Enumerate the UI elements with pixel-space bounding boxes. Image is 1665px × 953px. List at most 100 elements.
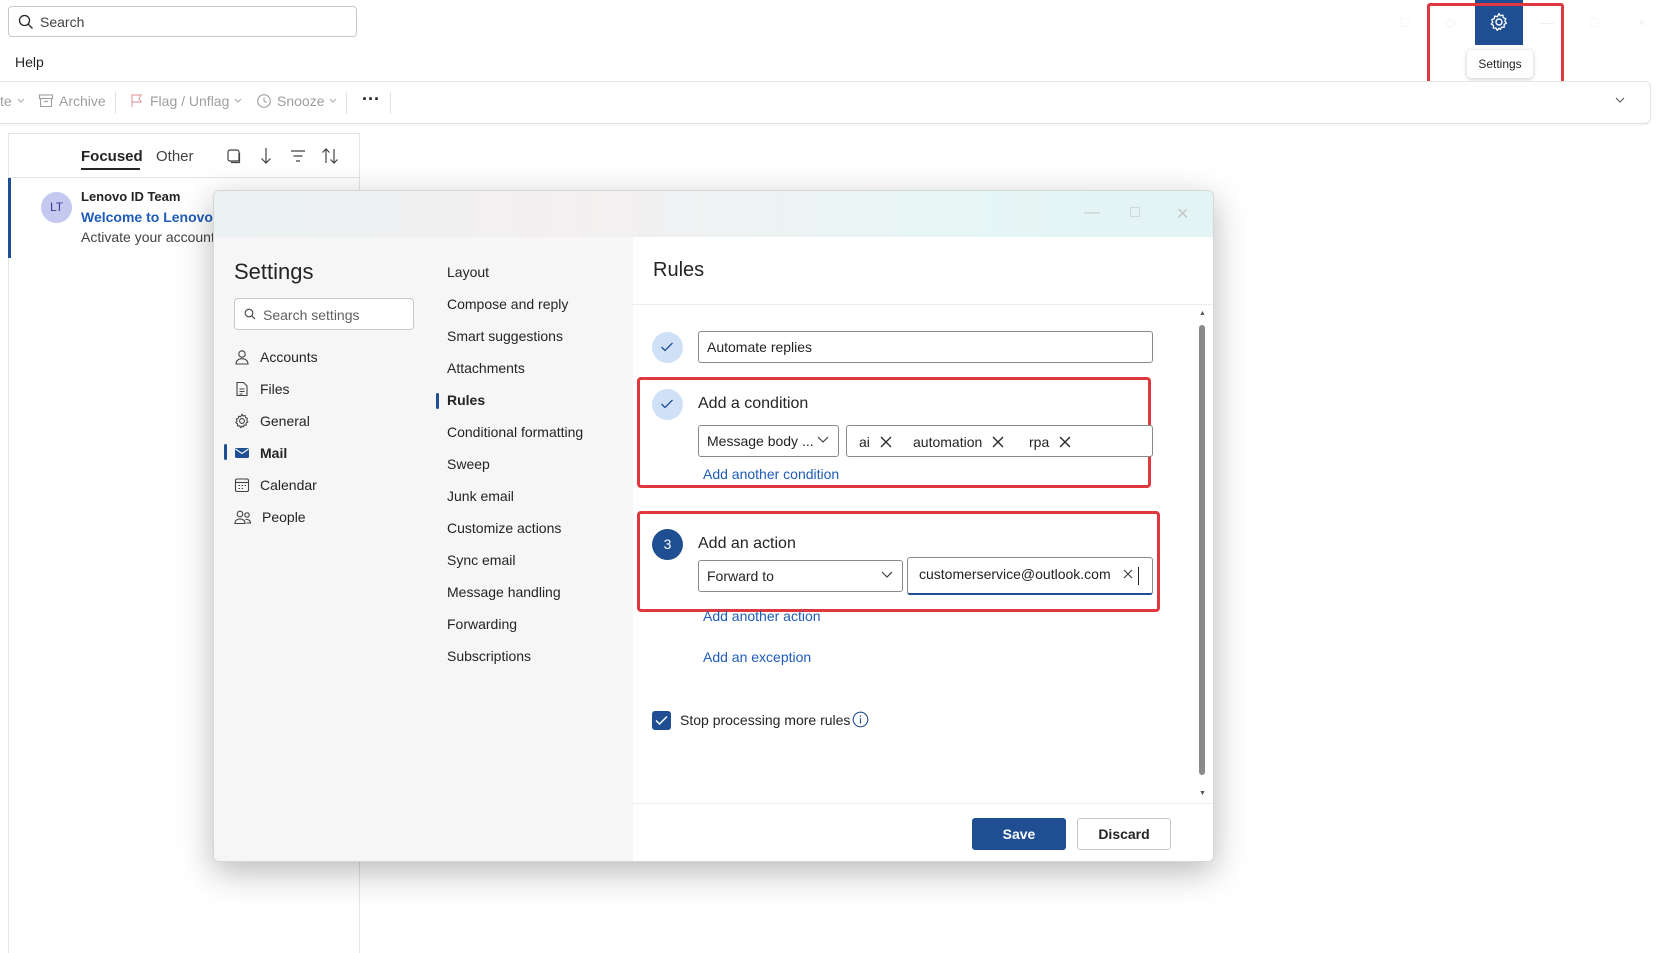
action-type-dropdown[interactable]: Forward to (698, 560, 903, 592)
checkmark-icon (661, 342, 673, 352)
faint-icon-5[interactable]: × (1638, 14, 1646, 30)
chevron-down-icon (234, 98, 242, 103)
person-icon (235, 350, 249, 365)
tab-other[interactable]: Other (156, 148, 194, 165)
sort-icon[interactable] (321, 147, 339, 165)
dialog-titlebar: — □ ✕ (214, 191, 1213, 237)
forward-recipient-input[interactable]: customerservice@outlook.com (907, 557, 1153, 595)
tab-focused[interactable]: Focused (81, 148, 143, 165)
scroll-up-arrow[interactable]: ▲ (1199, 310, 1206, 317)
info-icon[interactable] (852, 711, 869, 728)
ribbon-partial-item[interactable]: te (0, 93, 25, 109)
add-exception-link[interactable]: Add an exception (703, 649, 811, 665)
section-conditional-formatting[interactable]: Conditional formatting (447, 424, 583, 440)
checkmark-icon (655, 715, 668, 726)
section-sync-email[interactable]: Sync email (447, 552, 515, 568)
discard-button[interactable]: Discard (1077, 818, 1171, 850)
rules-title: Rules (653, 259, 705, 281)
more-options-button[interactable]: ··· (362, 89, 380, 110)
menu-help[interactable]: Help (15, 54, 44, 70)
section-customize-actions[interactable]: Customize actions (447, 520, 561, 536)
search-placeholder: Search (40, 14, 85, 30)
ribbon-separator (390, 92, 391, 114)
add-another-condition-link[interactable]: Add another condition (703, 466, 839, 482)
minimize-icon[interactable]: — (1084, 204, 1100, 222)
section-compose-and-reply[interactable]: Compose and reply (447, 296, 568, 312)
stop-processing-checkbox[interactable] (652, 711, 671, 730)
search-icon (18, 14, 34, 30)
settings-categories: Settings Search settings Accounts Files … (214, 237, 434, 861)
section-junk-email[interactable]: Junk email (447, 488, 514, 504)
ribbon: te Archive Flag / Unflag Snooze ··· (0, 81, 1651, 124)
section-layout[interactable]: Layout (447, 264, 489, 280)
archive-icon (38, 94, 54, 108)
filter-icon[interactable] (290, 149, 306, 163)
close-icon[interactable]: ✕ (1176, 204, 1189, 224)
selected-message-indicator (8, 178, 11, 258)
message-sender[interactable]: Lenovo ID Team (81, 189, 180, 204)
scroll-down-arrow[interactable]: ▼ (1199, 790, 1206, 797)
text-caret (1138, 567, 1139, 585)
rule-name-input[interactable]: Automate replies (698, 331, 1153, 363)
step-3-number: 3 (652, 529, 683, 560)
section-sweep[interactable]: Sweep (447, 456, 490, 472)
maximize-icon[interactable]: □ (1130, 204, 1140, 222)
settings-search-placeholder: Search settings (263, 307, 360, 323)
sidebar-item-people[interactable]: People (234, 507, 306, 527)
search-icon (244, 308, 256, 320)
archive-button[interactable]: Archive (38, 93, 106, 109)
snooze-button[interactable]: Snooze (256, 93, 337, 109)
selected-category-indicator (224, 444, 227, 460)
keywords-input[interactable]: ai automation rpa (846, 425, 1153, 457)
rules-editor: Rules Automate replies Add a condition M… (633, 237, 1213, 861)
jump-to-icon[interactable] (259, 147, 273, 165)
file-icon (236, 381, 248, 397)
sidebar-item-accounts[interactable]: Accounts (234, 347, 318, 367)
mail-sections: Layout Compose and reply Smart suggestio… (433, 237, 633, 861)
section-subscriptions[interactable]: Subscriptions (447, 648, 531, 664)
footer-divider (633, 803, 1213, 804)
condition-type-dropdown[interactable]: Message body ... (698, 425, 839, 457)
flag-button[interactable]: Flag / Unflag (129, 93, 242, 109)
keyword-chip: automation (913, 431, 1004, 453)
remove-chip-icon[interactable] (880, 436, 892, 448)
message-preview[interactable]: Activate your account (81, 229, 215, 245)
section-message-handling[interactable]: Message handling (447, 584, 561, 600)
recipient-chip: customerservice@outlook.com (919, 566, 1133, 582)
sidebar-item-mail[interactable]: Mail (234, 443, 287, 463)
settings-search-input[interactable]: Search settings (234, 298, 414, 330)
message-subject[interactable]: Welcome to Lenovo I (81, 209, 221, 225)
sidebar-item-files[interactable]: Files (234, 379, 290, 399)
faint-icon-1[interactable]: □ (1400, 14, 1408, 30)
sidebar-item-general[interactable]: General (234, 411, 310, 431)
settings-dialog: — □ ✕ Settings Search settings Accounts … (213, 190, 1214, 862)
sidebar-item-calendar[interactable]: Calendar (234, 475, 317, 495)
section-smart-suggestions[interactable]: Smart suggestions (447, 328, 563, 344)
step-1-complete (652, 332, 683, 363)
add-another-action-link[interactable]: Add another action (703, 608, 821, 624)
select-icon[interactable] (226, 148, 242, 164)
selected-section-indicator (436, 393, 439, 409)
scrollbar-thumb[interactable] (1199, 325, 1205, 775)
add-condition-label: Add a condition (698, 395, 809, 412)
section-rules[interactable]: Rules (447, 392, 485, 408)
section-attachments[interactable]: Attachments (447, 360, 525, 376)
calendar-icon (234, 478, 250, 493)
checkmark-icon (661, 399, 673, 409)
chevron-down-icon (1615, 97, 1625, 103)
clock-icon (257, 94, 271, 108)
list-divider (8, 177, 360, 178)
save-button[interactable]: Save (972, 818, 1066, 850)
search-input[interactable]: Search (8, 6, 357, 37)
section-forwarding[interactable]: Forwarding (447, 616, 517, 632)
flag-icon (131, 94, 143, 107)
ribbon-expand-button[interactable] (1615, 97, 1625, 104)
remove-chip-icon[interactable] (1059, 436, 1071, 448)
step-2-complete (652, 389, 683, 420)
gear-icon (235, 413, 249, 429)
faint-icon-4[interactable]: □ (1590, 14, 1598, 30)
remove-chip-icon[interactable] (992, 436, 1004, 448)
mail-icon (235, 448, 249, 458)
remove-recipient-icon[interactable] (1123, 569, 1133, 579)
chevron-down-icon (817, 436, 829, 444)
